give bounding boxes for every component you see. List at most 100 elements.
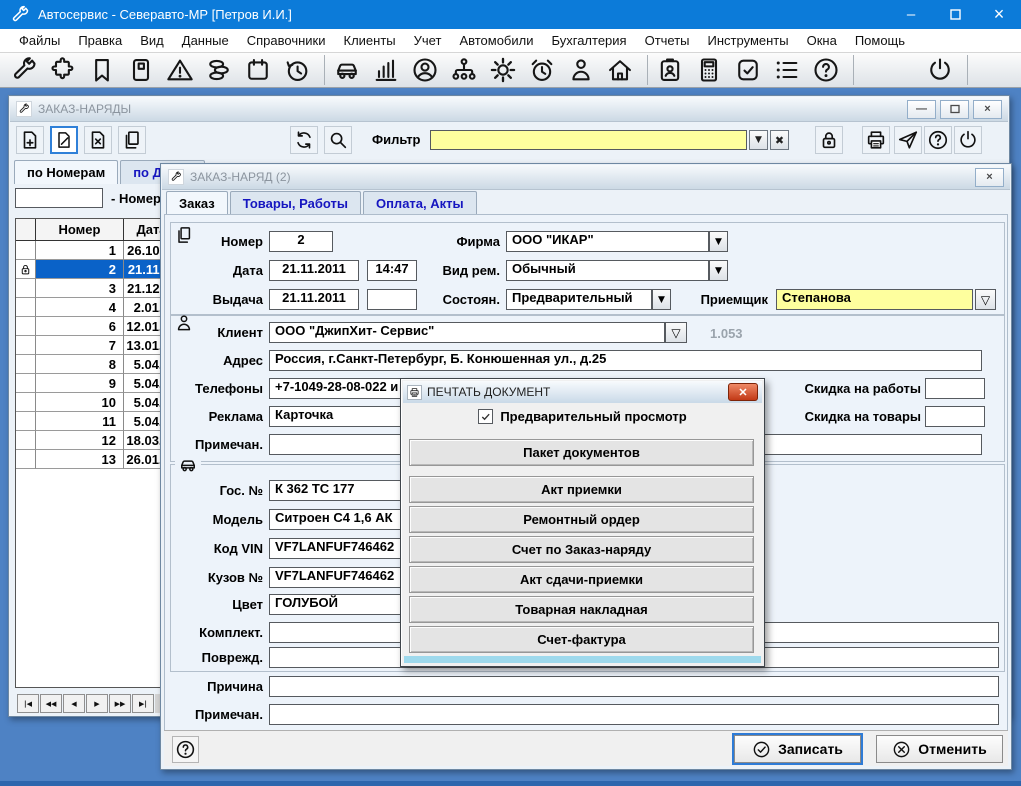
close-button[interactable]: × <box>977 0 1021 29</box>
receiver-field[interactable]: Степанова <box>776 289 973 310</box>
puzzle-icon[interactable] <box>49 56 77 84</box>
date-field[interactable]: 21.11.2011 <box>269 260 359 281</box>
help-icon[interactable] <box>924 126 952 154</box>
menu-item-Справочники[interactable]: Справочники <box>238 33 335 48</box>
number-filter-input[interactable] <box>15 188 103 208</box>
print-dialog-close-button[interactable]: ✕ <box>728 383 758 401</box>
preview-checkbox[interactable] <box>478 409 494 424</box>
filter-dropdown-button[interactable]: ▼ <box>749 130 768 150</box>
order-close-button[interactable]: × <box>975 167 1004 187</box>
minimize-button[interactable]: – <box>889 0 933 29</box>
doc-new-icon[interactable] <box>16 126 44 154</box>
menu-item-Помощь[interactable]: Помощь <box>846 33 914 48</box>
lock-icon[interactable] <box>815 126 843 154</box>
user-circle-icon[interactable] <box>411 56 439 84</box>
fast-forward-button[interactable]: ▶▶ <box>109 694 131 713</box>
filter-clear-button[interactable]: ✖ <box>770 130 789 150</box>
firm-select[interactable]: ООО "ИКАР" <box>506 231 709 252</box>
issue-time-field[interactable] <box>367 289 417 310</box>
number-field[interactable]: 2 <box>269 231 333 252</box>
calculator-icon[interactable] <box>695 56 723 84</box>
time-field[interactable]: 14:47 <box>367 260 417 281</box>
reason-field[interactable] <box>269 676 999 697</box>
wrench-icon[interactable] <box>10 56 38 84</box>
help-icon[interactable] <box>172 736 199 763</box>
task-check-icon[interactable] <box>734 56 762 84</box>
search-icon[interactable] <box>324 126 352 154</box>
home-icon[interactable] <box>606 56 634 84</box>
print-dialog-titlebar[interactable]: ПЕЧТАТЬ ДОКУМЕНТ ✕ <box>403 381 762 403</box>
menu-item-Вид[interactable]: Вид <box>131 33 173 48</box>
state-select[interactable]: Предварительный <box>506 289 652 310</box>
tab-по Номерам[interactable]: по Номерам <box>14 160 119 184</box>
work-discount-field[interactable] <box>925 378 985 399</box>
print-button-Счет по Заказ-наряду[interactable]: Счет по Заказ-наряду <box>409 536 754 563</box>
menu-item-Файлы[interactable]: Файлы <box>10 33 69 48</box>
exit-icon[interactable] <box>954 126 982 154</box>
menu-item-Данные[interactable]: Данные <box>173 33 238 48</box>
menu-item-Инструменты[interactable]: Инструменты <box>699 33 798 48</box>
receiver-dropdown-button[interactable]: ▽ <box>975 289 996 310</box>
coins-icon[interactable] <box>205 56 233 84</box>
save-button[interactable]: Записать <box>734 735 861 763</box>
warning-icon[interactable] <box>166 56 194 84</box>
goods-discount-field[interactable] <box>925 406 985 427</box>
copy-docs-icon[interactable] <box>118 126 146 154</box>
menu-item-Автомобили[interactable]: Автомобили <box>450 33 542 48</box>
power-icon[interactable] <box>926 56 954 84</box>
repair-type-select[interactable]: Обычный <box>506 260 709 281</box>
print-button-Акт сдачи-приемки[interactable]: Акт сдачи-приемки <box>409 566 754 593</box>
client-field[interactable]: ООО "ДжипХит- Сервис" <box>269 322 665 343</box>
issue-date-field[interactable]: 21.11.2011 <box>269 289 359 310</box>
history-icon[interactable] <box>283 56 311 84</box>
orders-restore-button[interactable] <box>940 99 969 119</box>
next-record-button[interactable]: ▶ <box>86 694 108 713</box>
tab-Оплата, Акты[interactable]: Оплата, Акты <box>362 191 477 215</box>
menu-item-Окна[interactable]: Окна <box>798 33 846 48</box>
print-button-Ремонтный ордер[interactable]: Ремонтный ордер <box>409 506 754 533</box>
state-dropdown-button[interactable]: ▼ <box>652 289 671 310</box>
maximize-button[interactable] <box>933 0 977 29</box>
orders-minimize-button[interactable]: — <box>907 99 936 119</box>
firm-dropdown-button[interactable]: ▼ <box>709 231 728 252</box>
bullet-list-icon[interactable] <box>773 56 801 84</box>
tab-Товары, Работы[interactable]: Товары, Работы <box>229 191 361 215</box>
print-icon[interactable] <box>862 126 890 154</box>
repair-type-dropdown-button[interactable]: ▼ <box>709 260 728 281</box>
menu-item-Клиенты[interactable]: Клиенты <box>335 33 405 48</box>
cancel-button[interactable]: Отменить <box>876 735 1003 763</box>
menu-item-Бухгалтерия[interactable]: Бухгалтерия <box>543 33 636 48</box>
print-button-Счет-фактура[interactable]: Счет-фактура <box>409 626 754 653</box>
orders-window-titlebar[interactable]: ЗАКАЗ-НАРЯДЫ — × <box>10 97 1008 122</box>
send-icon[interactable] <box>894 126 922 154</box>
person-icon[interactable] <box>567 56 595 84</box>
tab-Заказ[interactable]: Заказ <box>166 191 228 215</box>
print-button-Акт приемки[interactable]: Акт приемки <box>409 476 754 503</box>
alarm-clock-icon[interactable] <box>528 56 556 84</box>
doc-edit-icon[interactable] <box>50 126 78 154</box>
help-icon[interactable] <box>812 56 840 84</box>
last-record-button[interactable]: ▶| <box>132 694 154 713</box>
contact-card-icon[interactable] <box>656 56 684 84</box>
fast-back-button[interactable]: ◀◀ <box>40 694 62 713</box>
print-button-Товарная накладная[interactable]: Товарная накладная <box>409 596 754 623</box>
hierarchy-icon[interactable] <box>450 56 478 84</box>
journal-icon[interactable] <box>127 56 155 84</box>
print-button-Пакет документов[interactable]: Пакет документов <box>409 439 754 466</box>
car-icon[interactable] <box>333 56 361 84</box>
filter-input[interactable] <box>430 130 747 150</box>
prev-record-button[interactable]: ◀ <box>63 694 85 713</box>
refresh-icon[interactable] <box>290 126 318 154</box>
gear-icon[interactable] <box>489 56 517 84</box>
menu-item-Учет[interactable]: Учет <box>405 33 451 48</box>
order-window-titlebar[interactable]: ЗАКАЗ-НАРЯД (2) × <box>162 165 1010 190</box>
bar-chart-icon[interactable] <box>372 56 400 84</box>
first-record-button[interactable]: |◀ <box>17 694 39 713</box>
address-field[interactable]: Россия, г.Санкт-Петербург, Б. Конюшенная… <box>269 350 982 371</box>
orders-close-button[interactable]: × <box>973 99 1002 119</box>
menu-item-Правка[interactable]: Правка <box>69 33 131 48</box>
column-header-number[interactable]: Номер <box>36 219 124 240</box>
bookmark-icon[interactable] <box>88 56 116 84</box>
calendar-icon[interactable] <box>244 56 272 84</box>
note2-field[interactable] <box>269 704 999 725</box>
